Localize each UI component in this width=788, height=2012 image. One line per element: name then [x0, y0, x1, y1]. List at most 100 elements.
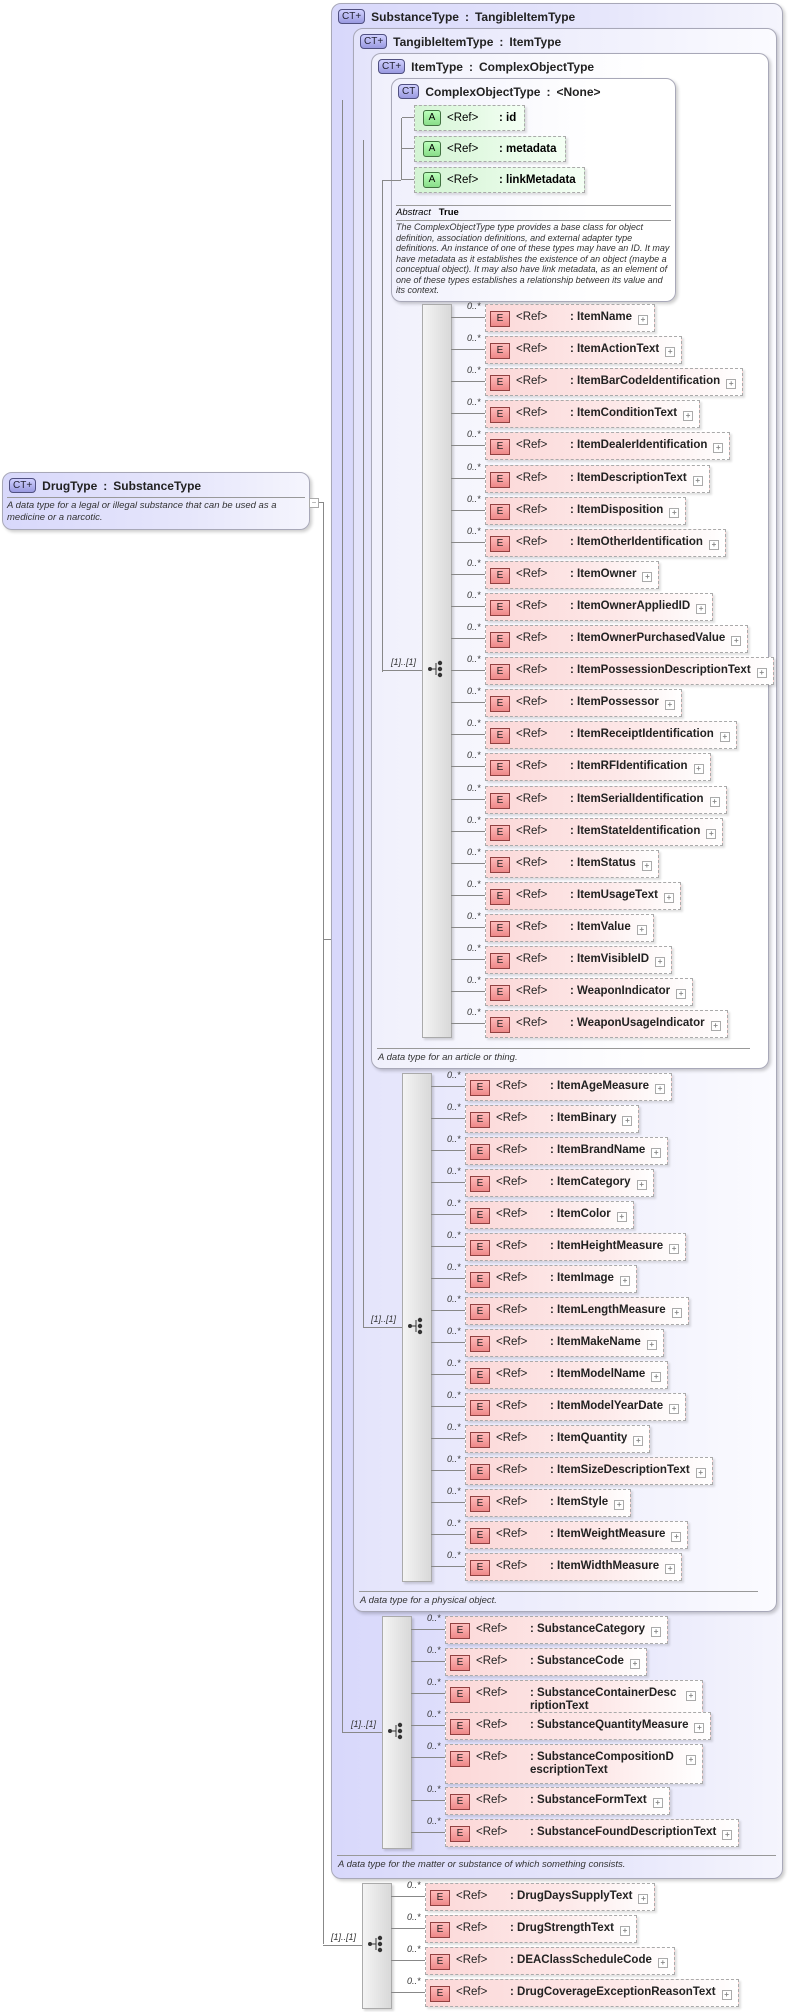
expand-button[interactable]: + — [655, 1084, 666, 1094]
element-ItemReceiptIdentification[interactable]: E <Ref>: ItemReceiptIdentification + — [485, 721, 737, 749]
expand-button[interactable]: + — [709, 797, 720, 807]
collapse-button[interactable]: − — [309, 498, 319, 508]
expand-button[interactable]: + — [693, 764, 704, 774]
attribute-metadata[interactable]: A <Ref>: metadata — [414, 136, 566, 162]
expand-button[interactable]: + — [638, 315, 648, 325]
element-ItemActionText[interactable]: E <Ref>: ItemActionText + — [485, 336, 683, 364]
expand-button[interactable]: + — [655, 957, 666, 967]
expand-button[interactable]: + — [708, 540, 719, 550]
element-ItemAgeMeasure[interactable]: E <Ref>: ItemAgeMeasure + — [465, 1073, 673, 1101]
expand-button[interactable]: + — [657, 1958, 668, 1968]
element-ItemPossessor[interactable]: E <Ref>: ItemPossessor + — [485, 689, 682, 717]
expand-button[interactable]: + — [669, 1244, 680, 1254]
element-SubstanceQuantityMeasure[interactable]: E <Ref>: SubstanceQuantityMeasure + — [445, 1712, 712, 1740]
element-ItemVisibleID[interactable]: E <Ref>: ItemVisibleID + — [485, 946, 673, 974]
expand-button[interactable]: + — [652, 1798, 663, 1808]
element-ItemDisposition[interactable]: E <Ref>: ItemDisposition + — [485, 497, 687, 525]
element-ItemSizeDescriptionText[interactable]: E <Ref>: ItemSizeDescriptionText + — [465, 1457, 713, 1485]
element-ItemDealerIdentification[interactable]: E <Ref>: ItemDealerIdentification + — [485, 432, 731, 460]
element-ItemOtherIdentification[interactable]: E <Ref>: ItemOtherIdentification + — [485, 529, 726, 557]
expand-button[interactable]: + — [663, 893, 674, 903]
element-WeaponIndicator[interactable]: E <Ref>: WeaponIndicator + — [485, 978, 694, 1006]
expand-button[interactable]: + — [669, 508, 680, 518]
element-WeaponUsageIndicator[interactable]: E <Ref>: WeaponUsageIndicator + — [485, 1010, 728, 1038]
element-ItemImage[interactable]: E <Ref>: ItemImage + — [465, 1265, 637, 1293]
expand-button[interactable]: + — [633, 1436, 644, 1446]
element-ItemWeightMeasure[interactable]: E <Ref>: ItemWeightMeasure + — [465, 1521, 689, 1549]
element-ItemRFIdentification[interactable]: E <Ref>: ItemRFIdentification + — [485, 753, 711, 781]
element-ItemDescriptionText[interactable]: E <Ref>: ItemDescriptionText + — [485, 465, 710, 493]
element-ItemName[interactable]: E <Ref>: ItemName + — [485, 304, 655, 332]
expand-button[interactable]: + — [622, 1116, 633, 1126]
expand-button[interactable]: + — [696, 604, 707, 614]
element-ItemOwnerPurchasedValue[interactable]: E <Ref>: ItemOwnerPurchasedValue + — [485, 625, 749, 653]
element-ItemStatus[interactable]: E <Ref>: ItemStatus + — [485, 850, 659, 878]
expand-button[interactable]: + — [731, 636, 742, 646]
expand-button[interactable]: + — [695, 1468, 706, 1478]
expand-button[interactable]: + — [636, 1180, 647, 1190]
expand-button[interactable]: + — [642, 572, 653, 582]
element-ItemModelYearDate[interactable]: E <Ref>: ItemModelYearDate + — [465, 1393, 687, 1421]
element-SubstanceCompositionDescriptionText[interactable]: E <Ref>: SubstanceCompositionDescriptionT… — [445, 1744, 703, 1784]
element-ItemOwnerAppliedID[interactable]: E <Ref>: ItemOwnerAppliedID + — [485, 593, 714, 621]
element-ItemOwner[interactable]: E <Ref>: ItemOwner + — [485, 561, 660, 589]
expand-button[interactable]: + — [651, 1148, 662, 1158]
expand-button[interactable]: + — [671, 1532, 682, 1542]
element-ItemValue[interactable]: E <Ref>: ItemValue + — [485, 914, 654, 942]
expand-button[interactable]: + — [756, 668, 767, 678]
expand-button[interactable]: + — [616, 1212, 627, 1222]
expand-button[interactable]: + — [664, 700, 675, 710]
expand-button[interactable]: + — [646, 1340, 657, 1350]
expand-button[interactable]: + — [665, 347, 676, 357]
element-ItemColor[interactable]: E <Ref>: ItemColor + — [465, 1201, 634, 1229]
element-SubstanceCode[interactable]: E <Ref>: SubstanceCode + — [445, 1648, 647, 1676]
expand-button[interactable]: + — [721, 1990, 732, 2000]
element-ItemBinary[interactable]: E <Ref>: ItemBinary + — [465, 1105, 640, 1133]
element-ItemWidthMeasure[interactable]: E <Ref>: ItemWidthMeasure + — [465, 1553, 683, 1581]
expand-button[interactable]: + — [638, 1894, 649, 1904]
expand-button[interactable]: + — [686, 1755, 696, 1765]
expand-button[interactable]: + — [619, 1926, 630, 1936]
element-DrugCoverageExceptionReasonText[interactable]: E <Ref>: DrugCoverageExceptionReasonText + — [425, 1979, 739, 2007]
expand-button[interactable]: + — [671, 1308, 682, 1318]
expand-button[interactable]: + — [726, 379, 737, 389]
expand-button[interactable]: + — [651, 1372, 662, 1382]
element-ItemMakeName[interactable]: E <Ref>: ItemMakeName + — [465, 1329, 664, 1357]
expand-button[interactable]: + — [694, 1723, 705, 1733]
expand-button[interactable]: + — [710, 1021, 721, 1031]
element-ItemUsageText[interactable]: E <Ref>: ItemUsageText + — [485, 882, 681, 910]
element-ItemPossessionDescriptionText[interactable]: E <Ref>: ItemPossessionDescriptionText + — [485, 657, 774, 685]
expand-button[interactable]: + — [641, 861, 652, 871]
expand-button[interactable]: + — [676, 989, 687, 999]
element-ItemQuantity[interactable]: E <Ref>: ItemQuantity + — [465, 1425, 651, 1453]
element-ItemCategory[interactable]: E <Ref>: ItemCategory + — [465, 1169, 654, 1197]
element-ItemStyle[interactable]: E <Ref>: ItemStyle + — [465, 1489, 632, 1517]
attribute-id[interactable]: A <Ref>: id — [414, 105, 526, 131]
element-SubstanceFoundDescriptionText[interactable]: E <Ref>: SubstanceFoundDescriptionText + — [445, 1819, 740, 1847]
expand-button[interactable]: + — [669, 1404, 680, 1414]
expand-button[interactable]: + — [713, 443, 724, 453]
element-DEAClassScheduleCode[interactable]: E <Ref>: DEAClassScheduleCode + — [425, 1947, 675, 1975]
element-ItemModelName[interactable]: E <Ref>: ItemModelName + — [465, 1361, 669, 1389]
expand-button[interactable]: + — [636, 925, 647, 935]
expand-button[interactable]: + — [686, 1691, 696, 1701]
expand-button[interactable]: + — [619, 1276, 630, 1286]
element-SubstanceFormText[interactable]: E <Ref>: SubstanceFormText + — [445, 1787, 670, 1815]
attribute-linkMetadata[interactable]: A <Ref>: linkMetadata — [414, 167, 585, 193]
element-ItemSerialIdentification[interactable]: E <Ref>: ItemSerialIdentification + — [485, 786, 727, 814]
element-ItemLengthMeasure[interactable]: E <Ref>: ItemLengthMeasure + — [465, 1297, 689, 1325]
element-ItemBrandName[interactable]: E <Ref>: ItemBrandName + — [465, 1137, 669, 1165]
expand-button[interactable]: + — [614, 1500, 625, 1510]
element-ItemBarCodeIdentification[interactable]: E <Ref>: ItemBarCodeIdentification + — [485, 368, 744, 396]
element-SubstanceCategory[interactable]: E <Ref>: SubstanceCategory + — [445, 1616, 669, 1644]
element-ItemConditionText[interactable]: E <Ref>: ItemConditionText + — [485, 400, 701, 428]
drug-type-box[interactable]: CT+ DrugType: SubstanceType A data type … — [2, 472, 310, 530]
expand-button[interactable]: + — [629, 1659, 640, 1669]
element-ItemStateIdentification[interactable]: E <Ref>: ItemStateIdentification + — [485, 818, 724, 846]
expand-button[interactable]: + — [692, 476, 703, 486]
element-DrugDaysSupplyText[interactable]: E <Ref>: DrugDaysSupplyText + — [425, 1883, 656, 1911]
expand-button[interactable]: + — [706, 829, 717, 839]
expand-button[interactable]: + — [683, 411, 694, 421]
element-DrugStrengthText[interactable]: E <Ref>: DrugStrengthText + — [425, 1915, 637, 1943]
expand-button[interactable]: + — [722, 1830, 733, 1840]
